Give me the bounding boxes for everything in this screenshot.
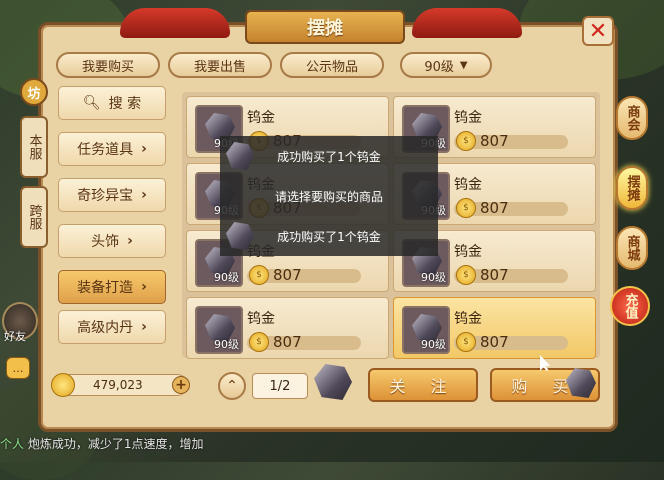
goods-icon: 90级 xyxy=(402,306,450,354)
goods-item-selected[interactable]: 90级 钨金 $ 807 xyxy=(393,297,596,359)
search-button[interactable]: 🔍︎ 搜 索 xyxy=(58,86,166,120)
tab-label: 我要购买 xyxy=(81,59,134,75)
chat-button[interactable]: … xyxy=(6,357,30,379)
tungsten-ore-icon xyxy=(226,222,254,250)
search-icon: 🔍︎ xyxy=(82,95,101,111)
level-dropdown-value: 90级 xyxy=(424,59,454,75)
nav-label: 摆摊 xyxy=(624,175,640,201)
chevron-up-icon: ⌃ xyxy=(226,378,238,394)
category-label: 装备打造 xyxy=(77,280,134,296)
tungsten-ore-icon xyxy=(226,142,254,170)
chat-bubble-icon: … xyxy=(12,361,24,375)
tab-label: 本服 xyxy=(26,134,42,160)
page-title: 摆摊 xyxy=(245,10,405,44)
item-price: 807 xyxy=(480,333,509,351)
category-advanced-core[interactable]: 高级内丹 › xyxy=(58,310,166,344)
tab-label: 公示物品 xyxy=(305,59,358,75)
close-icon: ✕ xyxy=(588,18,608,44)
chevron-right-icon: › xyxy=(141,187,147,203)
category-treasures[interactable]: 奇珍异宝 › xyxy=(58,178,166,212)
tab-cross-server[interactable]: 跨服 xyxy=(20,186,48,248)
item-name: 钨金 xyxy=(454,110,482,126)
toast-text: 请选择要购买的商品 xyxy=(274,189,383,204)
nav-chamber-of-commerce[interactable]: 商会 xyxy=(616,96,648,140)
tab-label: 我要出售 xyxy=(193,59,246,75)
category-headwear[interactable]: 头饰 › xyxy=(58,224,166,258)
item-price: 807 xyxy=(273,266,302,284)
chevron-right-icon: › xyxy=(127,233,133,249)
nav-mall[interactable]: 商城 xyxy=(616,226,648,270)
chevron-down-icon: ▼ xyxy=(459,59,468,71)
chevron-right-icon: › xyxy=(141,319,147,335)
toast-message: 成功购买了1个钨金 xyxy=(220,216,438,256)
item-name: 钨金 xyxy=(454,177,482,193)
goods-item[interactable]: 90级 钨金 $ 807 xyxy=(186,297,389,359)
item-price: 807 xyxy=(480,199,509,217)
tab-sell[interactable]: 我要出售 xyxy=(168,52,272,78)
tab-label: 跨服 xyxy=(26,204,42,230)
item-level: 90级 xyxy=(421,338,446,351)
tab-local-server[interactable]: 本服 xyxy=(20,116,48,178)
item-name: 钨金 xyxy=(247,311,275,327)
coin-icon: $ xyxy=(249,332,269,352)
plus-icon: + xyxy=(175,377,187,393)
chevron-right-icon: › xyxy=(141,279,147,295)
item-price: 807 xyxy=(480,132,509,150)
add-money-button[interactable]: + xyxy=(172,376,190,394)
friend-label: 好友 xyxy=(4,330,26,343)
stall-tag-icon: 坊 xyxy=(20,78,48,106)
left-ribbon-decoration xyxy=(120,8,230,38)
recharge-label: 充值 xyxy=(622,293,638,319)
page-up-button[interactable]: ⌃ xyxy=(218,372,246,400)
nav-label: 商城 xyxy=(624,235,640,261)
item-level: 90级 xyxy=(214,338,239,351)
category-list: 🔍︎ 搜 索 任务道具 › 奇珍异宝 › 头饰 › 装备打造 › 高级内丹 › xyxy=(52,86,172,362)
goods-icon: 90级 xyxy=(195,306,243,354)
level-dropdown[interactable]: 90级 ▼ xyxy=(400,52,492,78)
toast-message: 成功购买了1个钨金 xyxy=(220,136,438,176)
category-label: 搜 索 xyxy=(108,96,142,112)
chat-message: 个人 炮炼成功，减少了1点速度，增加 xyxy=(0,435,203,452)
money-display: 479,023 xyxy=(51,373,188,397)
category-label: 任务道具 xyxy=(77,142,134,158)
coin-icon: $ xyxy=(456,265,476,285)
toast-text: 成功购买了1个钨金 xyxy=(277,229,381,244)
close-button[interactable]: ✕ xyxy=(582,16,614,46)
toast-message: 请选择要购买的商品 xyxy=(220,176,438,216)
category-label: 奇珍异宝 xyxy=(77,188,134,204)
coin-icon: $ xyxy=(456,198,476,218)
nav-label: 商会 xyxy=(624,105,640,131)
tab-buy[interactable]: 我要购买 xyxy=(56,52,160,78)
chevron-right-icon: › xyxy=(141,141,147,157)
coin-icon: $ xyxy=(456,332,476,352)
coin-icon xyxy=(51,373,75,397)
page-indicator: 1/2 xyxy=(252,373,308,399)
money-value: 479,023 xyxy=(93,378,143,392)
coin-icon: $ xyxy=(249,265,269,285)
item-name: 钨金 xyxy=(454,311,482,327)
category-label: 头饰 xyxy=(91,234,120,250)
chat-text: 炮炼成功，减少了1点速度，增加 xyxy=(27,437,204,451)
category-quest-items[interactable]: 任务道具 › xyxy=(58,132,166,166)
category-label: 高级内丹 xyxy=(77,320,134,336)
right-ribbon-decoration xyxy=(412,8,522,38)
item-price: 807 xyxy=(273,333,302,351)
item-level: 90级 xyxy=(421,271,446,284)
nav-stall[interactable]: 摆摊 xyxy=(616,166,648,210)
follow-button[interactable]: 关 注 xyxy=(368,368,478,402)
tab-public-items[interactable]: 公示物品 xyxy=(280,52,384,78)
chat-channel: 个人 xyxy=(0,437,25,451)
category-equipment-forging[interactable]: 装备打造 › xyxy=(58,270,166,304)
item-name: 钨金 xyxy=(247,110,275,126)
follow-button-label: 关 注 xyxy=(389,377,457,396)
recharge-button[interactable]: 充值 xyxy=(610,286,650,326)
item-name: 钨金 xyxy=(454,244,482,260)
toast-text: 成功购买了1个钨金 xyxy=(277,149,381,164)
coin-icon: $ xyxy=(456,131,476,151)
item-level: 90级 xyxy=(214,271,239,284)
item-price: 807 xyxy=(480,266,509,284)
